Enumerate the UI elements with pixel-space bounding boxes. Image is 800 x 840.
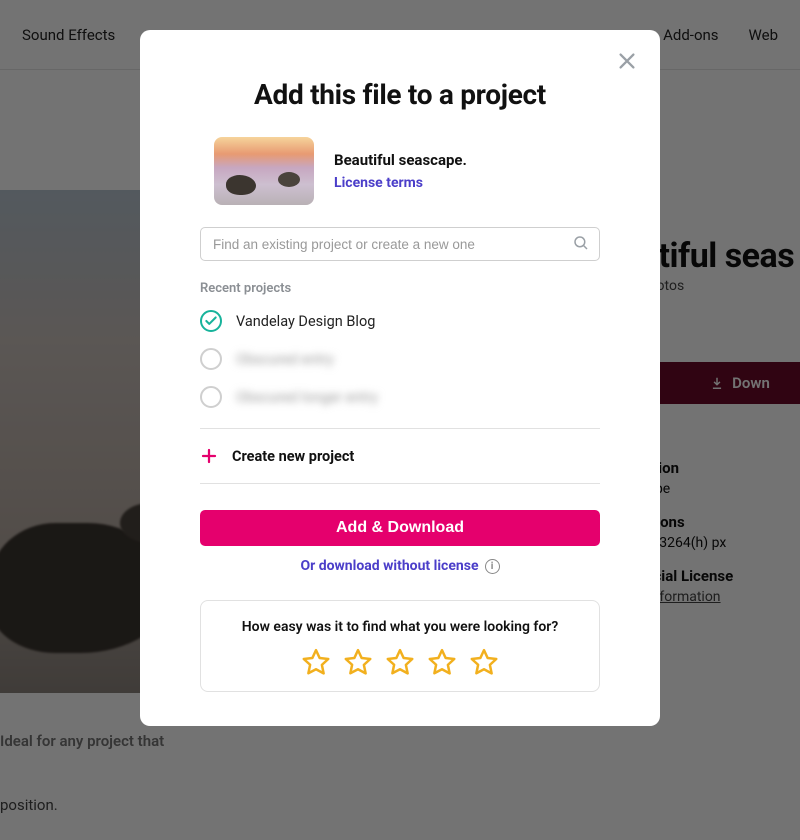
feedback-box: How easy was it to find what you were lo… (200, 600, 600, 692)
download-without-license-link[interactable]: Or download without license i (200, 558, 600, 574)
radio-selected[interactable] (200, 310, 222, 332)
star-icon[interactable] (427, 647, 457, 677)
project-item-label: Vandelay Design Blog (236, 313, 375, 330)
star-icon[interactable] (385, 647, 415, 677)
star-icon[interactable] (301, 647, 331, 677)
feedback-question: How easy was it to find what you were lo… (211, 619, 589, 635)
project-search (200, 227, 600, 261)
star-icon[interactable] (343, 647, 373, 677)
project-item-label: Obscured longer entry (236, 389, 378, 406)
file-name: Beautiful seascape. (334, 151, 467, 169)
file-summary: Beautiful seascape. License terms (200, 137, 600, 205)
plus-icon (200, 447, 218, 465)
star-rating (211, 647, 589, 677)
project-item[interactable]: Obscured longer entry (200, 386, 600, 408)
search-icon (572, 234, 590, 252)
divider (200, 428, 600, 429)
download-without-license-label: Or download without license (300, 558, 478, 574)
search-input[interactable] (200, 227, 600, 261)
create-new-project-label: Create new project (232, 448, 354, 465)
radio-unselected[interactable] (200, 386, 222, 408)
info-icon[interactable]: i (485, 559, 500, 574)
close-icon[interactable] (616, 50, 638, 72)
modal-title: Add this file to a project (200, 78, 600, 111)
add-download-button[interactable]: Add & Download (200, 510, 600, 546)
modal-overlay[interactable]: Add this file to a project Beautiful sea… (0, 0, 800, 840)
divider (200, 483, 600, 484)
create-new-project[interactable]: Create new project (200, 447, 600, 465)
star-icon[interactable] (469, 647, 499, 677)
radio-unselected[interactable] (200, 348, 222, 370)
project-item-label: Obscured entry (236, 351, 334, 368)
project-item[interactable]: Obscured entry (200, 348, 600, 370)
project-list: Vandelay Design Blog Obscured entry Obsc… (200, 310, 600, 408)
add-to-project-modal: Add this file to a project Beautiful sea… (140, 30, 660, 726)
file-thumbnail (214, 137, 314, 205)
recent-projects-label: Recent projects (200, 281, 600, 296)
project-item[interactable]: Vandelay Design Blog (200, 310, 600, 332)
license-terms-link[interactable]: License terms (334, 175, 467, 191)
